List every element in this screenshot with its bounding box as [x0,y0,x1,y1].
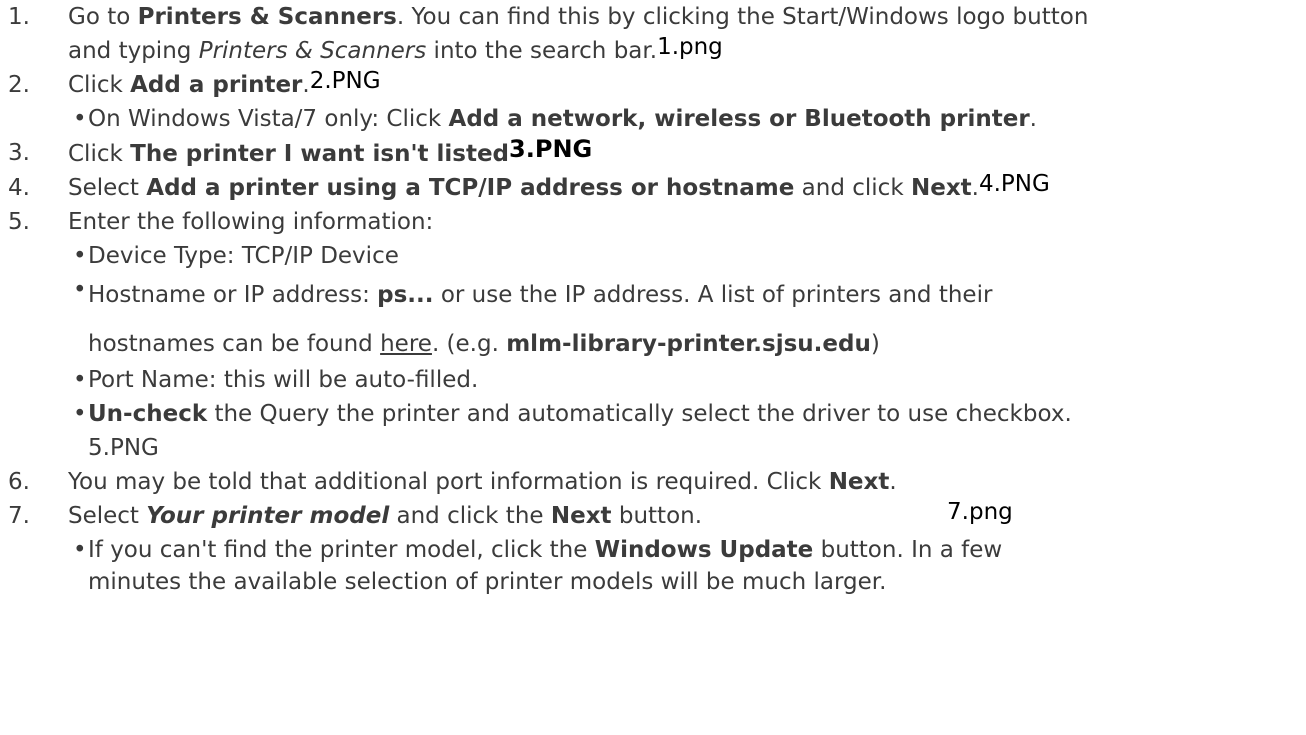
bold-term: Next [550,503,612,529]
bold-term: Next [828,469,890,495]
bold-term: Add a network, wireless or Bluetooth pri… [448,106,1030,132]
bold-term: Next [910,175,972,201]
step-6: 6. You may be told that additional port … [0,465,1306,499]
step-number: 2. [8,72,30,98]
sub-list: • Device Type: TCP/IP Device • Hostname … [68,239,1306,465]
image-placeholder-7[interactable]: 7.png [947,499,1013,525]
printer-list-link[interactable]: here [380,331,432,357]
bullet-icon: • [73,401,87,427]
sub-item: • On Windows Vista/7 only: Click Add a n… [68,102,1306,136]
image-placeholder-5[interactable]: 5.PNG [88,431,1306,465]
sub-item: • If you can't find the printer model, c… [68,533,1306,597]
bold-term: Un-check [88,401,208,427]
sub-list: • If you can't find the printer model, c… [68,533,1306,597]
step-number: 1. [8,4,30,30]
bullet-icon: • [73,106,87,132]
step-7: 7. Select Your printer model and click t… [0,499,1306,597]
instructions-page: 1. Go to Printers & Scanners. You can fi… [0,0,1306,735]
sub-item: • Device Type: TCP/IP Device [68,239,1306,273]
step-number: 6. [8,469,30,495]
step-number: 4. [8,175,30,201]
bold-term: mlm-library-printer.sjsu.edu [506,331,871,357]
bold-term: ps... [377,282,434,308]
step-3: 3. Click The printer I want isn't listed… [0,135,1306,171]
italic-term: Printers & Scanners [198,38,427,64]
step-5: 5. Enter the following information: • De… [0,205,1306,465]
bullet-icon: • [73,367,87,393]
step-1: 1. Go to Printers & Scanners. You can fi… [0,0,1306,68]
sub-item: • Port Name: this will be auto-filled. [68,363,1306,397]
bold-term: The printer I want isn't listed [130,141,510,167]
bullet-icon: • [73,537,87,563]
image-placeholder-2[interactable]: 2.PNG [310,68,381,94]
image-placeholder-3[interactable]: 3.PNG [509,135,592,163]
sub-list: • On Windows Vista/7 only: Click Add a n… [68,102,1306,136]
bullet-icon: • [73,243,87,269]
steps-list: 1. Go to Printers & Scanners. You can fi… [0,0,1306,597]
step-text-continued: and typing Printers & Scanners into the … [68,34,723,64]
bullet-icon: • [73,277,87,303]
step-number: 3. [8,140,30,166]
bold-term: Add a printer [130,72,303,98]
step-2: 2. Click Add a printer.2.PNG • On Window… [0,68,1306,136]
step-number: 5. [8,209,30,235]
step-4: 4. Select Add a printer using a TCP/IP a… [0,171,1306,205]
bold-term: Printers & Scanners [137,4,397,30]
bold-term: Windows Update [594,537,814,563]
bold-term: Add a printer using a TCP/IP address or … [146,175,795,201]
image-placeholder-4[interactable]: 4.PNG [979,171,1050,197]
step-number: 7. [8,503,30,529]
sub-item: • Un-check the Query the printer and aut… [68,397,1306,465]
sub-item: • Hostname or IP address: ps... or use t… [68,273,1306,363]
image-placeholder-1[interactable]: 1.png [657,34,723,60]
bold-italic-term: Your printer model [146,503,390,529]
step-text: Go to Printers & Scanners. You can find … [68,4,1089,30]
